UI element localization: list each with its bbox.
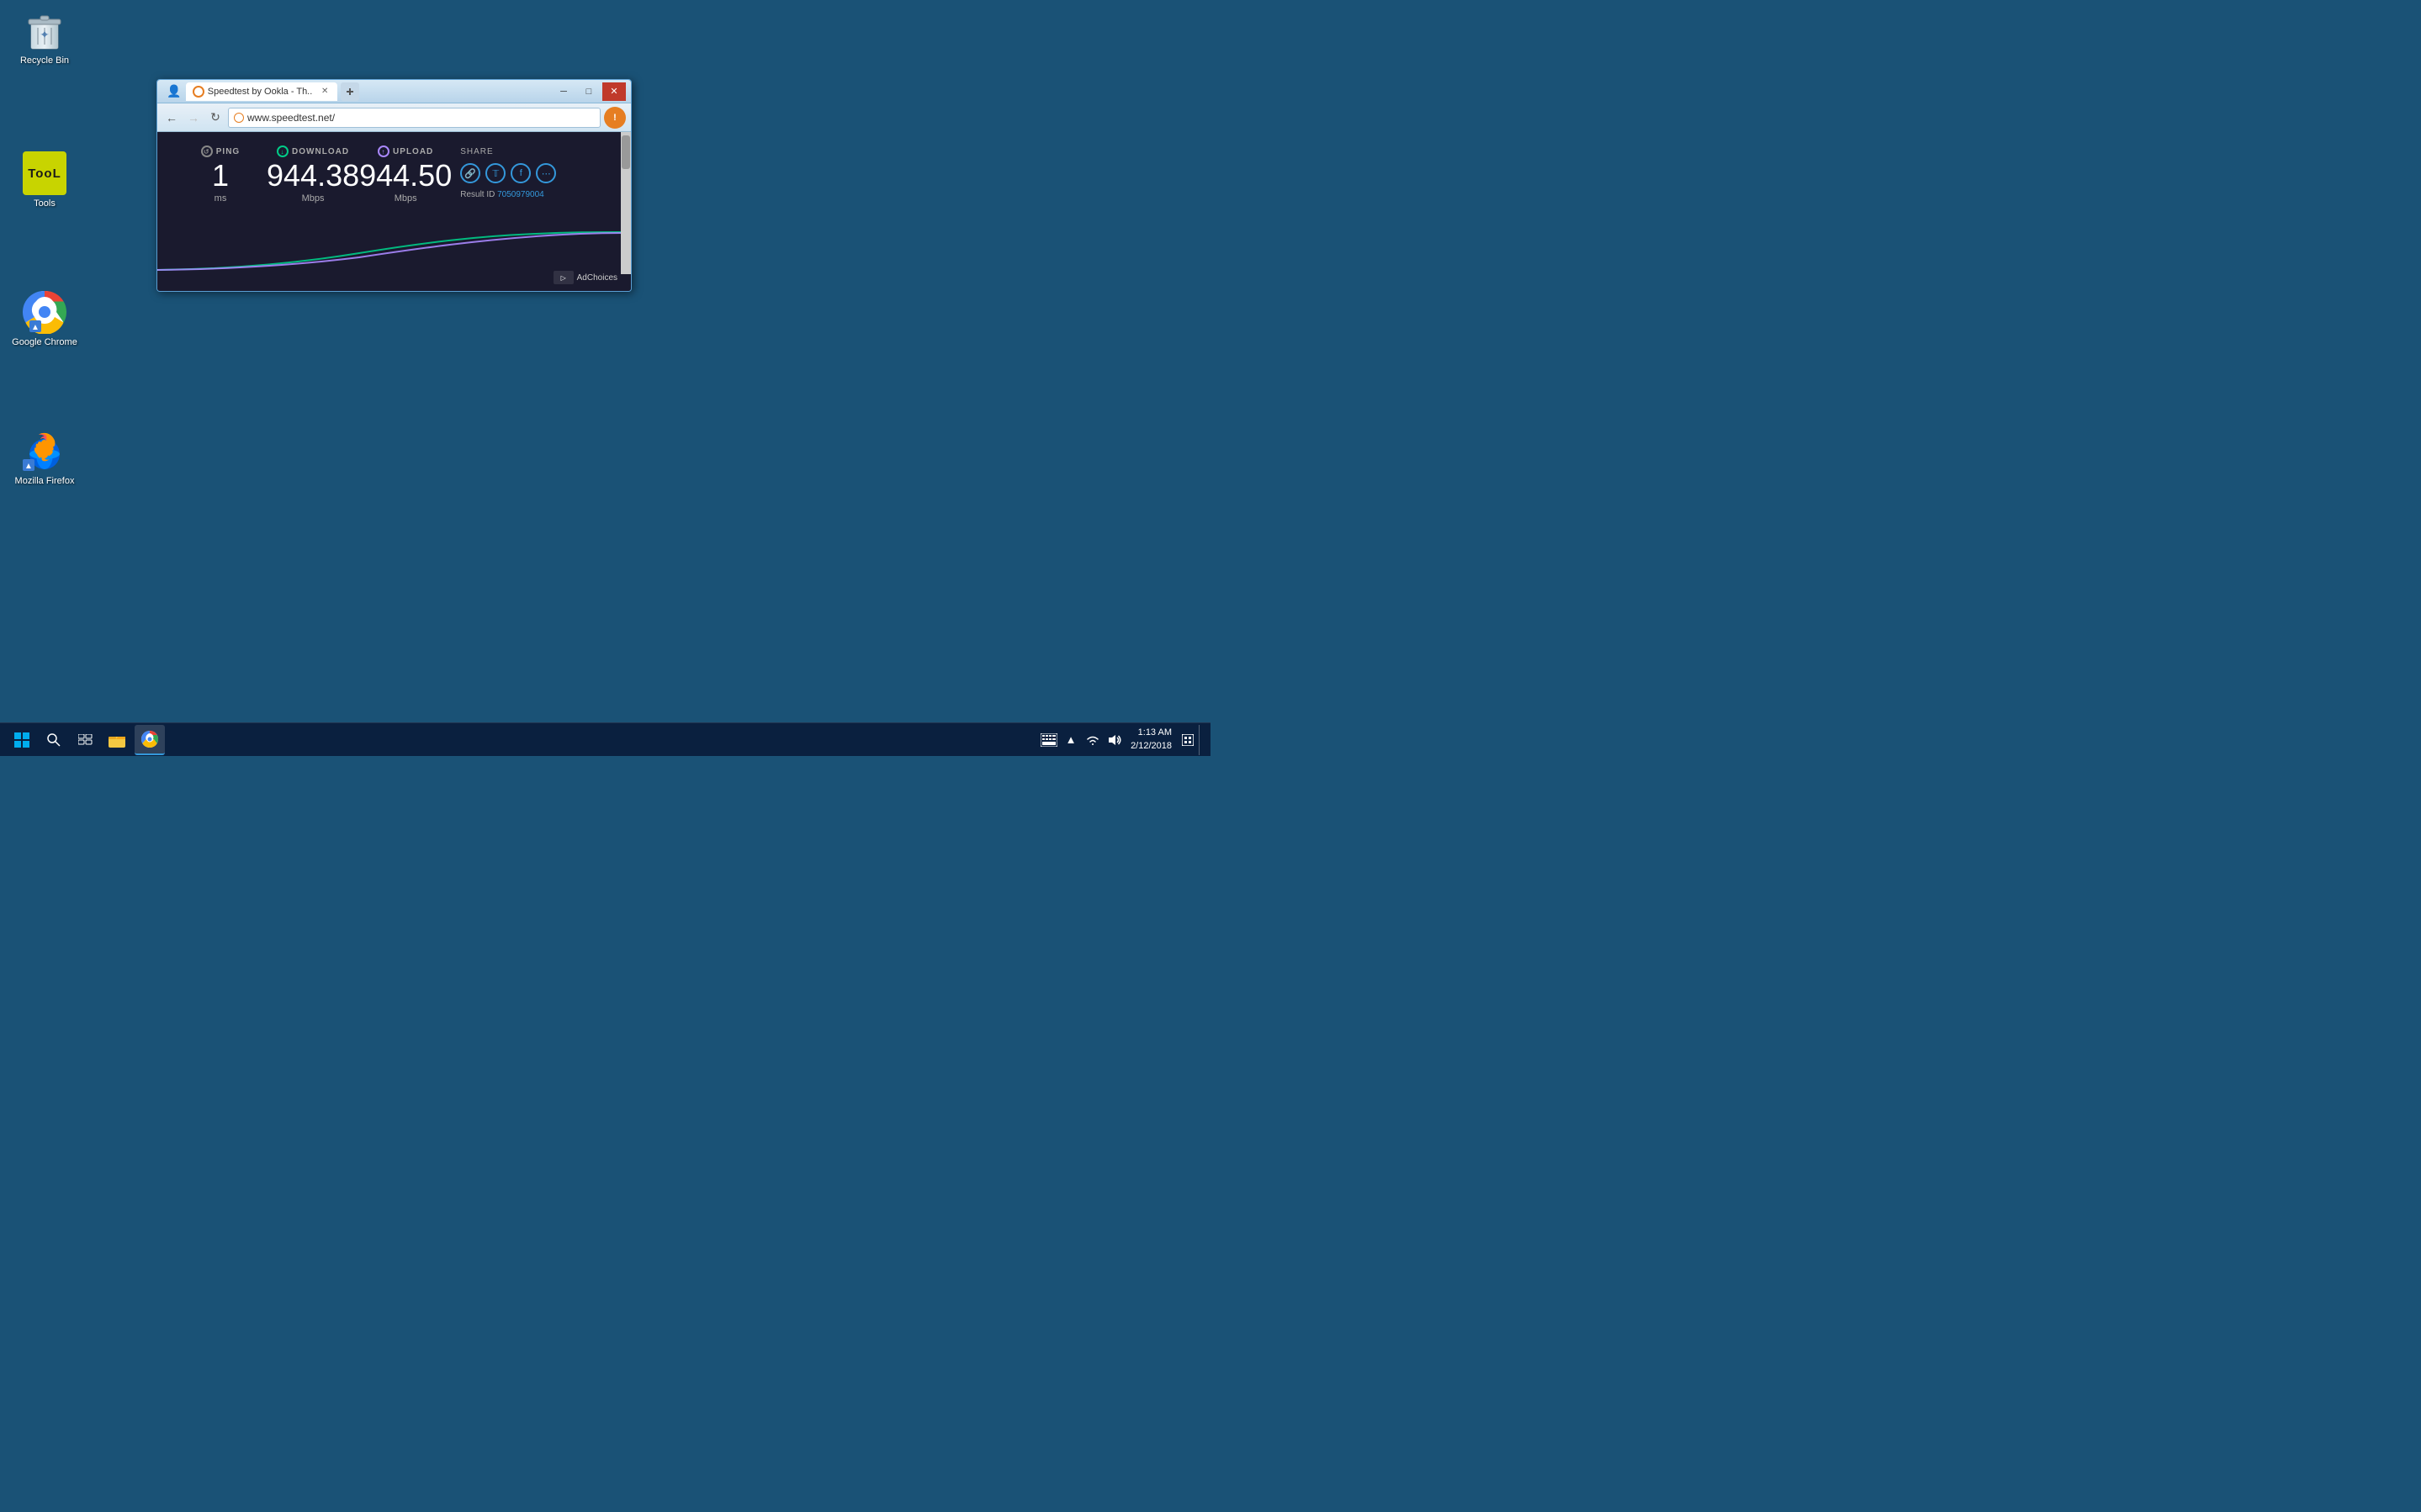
- url-text: www.speedtest.net/: [247, 112, 335, 124]
- address-favicon: [234, 113, 244, 123]
- file-explorer-taskbar-button[interactable]: [103, 725, 133, 755]
- extension-button[interactable]: !: [604, 107, 626, 129]
- share-icons: 🔗 𝕋 f ⋯: [460, 163, 556, 183]
- svg-text:▲: ▲: [31, 323, 40, 332]
- google-chrome-icon[interactable]: ▲ Google Chrome: [7, 290, 82, 347]
- chrome-taskbar-button[interactable]: [135, 725, 165, 755]
- tab-favicon: [193, 86, 204, 98]
- share-twitter-icon[interactable]: 𝕋: [485, 163, 506, 183]
- ping-value: 1: [212, 161, 229, 191]
- upload-value: 944.50: [359, 161, 452, 191]
- download-icon: ↓: [277, 145, 289, 157]
- share-link-icon[interactable]: 🔗: [460, 163, 480, 183]
- ping-stat: ↺ PING 1 ms: [174, 145, 267, 204]
- recycle-bin-label: Recycle Bin: [20, 56, 69, 66]
- clock-date: 2/12/2018: [1131, 740, 1172, 753]
- ping-icon: ↺: [201, 145, 213, 157]
- task-view-button[interactable]: [71, 725, 101, 755]
- share-section: SHARE 🔗 𝕋 f ⋯ Result ID 7050979004: [460, 145, 556, 199]
- tools-label: Tools: [34, 198, 56, 209]
- speedtest-results: ↺ PING 1 ms ↓ DOWNLOAD 944.38 Mbps: [157, 132, 631, 212]
- ping-unit: ms: [215, 193, 227, 204]
- taskbar: ▲ 1:13 AM 2/12/2018: [0, 722, 1210, 756]
- upload-icon: ↑: [378, 145, 389, 157]
- upload-stat: ↑ UPLOAD 944.50 Mbps: [359, 145, 452, 204]
- download-label: DOWNLOAD: [292, 147, 349, 156]
- share-more-icon[interactable]: ⋯: [536, 163, 556, 183]
- clock[interactable]: 1:13 AM 2/12/2018: [1127, 727, 1175, 753]
- close-button[interactable]: ✕: [602, 82, 626, 101]
- clock-time: 1:13 AM: [1138, 727, 1172, 739]
- share-facebook-icon[interactable]: f: [511, 163, 531, 183]
- new-tab-button[interactable]: [341, 82, 359, 101]
- speed-chart: [157, 224, 624, 274]
- action-center-icon[interactable]: [1179, 731, 1197, 749]
- download-unit: Mbps: [302, 193, 325, 204]
- svg-text:▲: ▲: [24, 462, 33, 471]
- tab-title: Speedtest by Ookla - Th...: [208, 87, 313, 97]
- browser-titlebar: 👤 Speedtest by Ookla - Th... ✕ ─ □ ✕: [157, 80, 631, 103]
- system-tray: ▲ 1:13 AM 2/12/2018: [1040, 727, 1197, 753]
- network-icon[interactable]: [1083, 731, 1102, 749]
- keyboard-layout-icon[interactable]: [1040, 731, 1058, 749]
- result-id: Result ID 7050979004: [460, 190, 556, 199]
- tab-close-button[interactable]: ✕: [319, 86, 331, 98]
- speedtest-content: ↺ PING 1 ms ↓ DOWNLOAD 944.38 Mbps: [157, 132, 631, 291]
- scroll-thumb-v[interactable]: [622, 135, 630, 169]
- chrome-image: ▲: [23, 290, 66, 334]
- person-button[interactable]: 👤: [162, 82, 186, 101]
- mozilla-firefox-icon[interactable]: ▲ Mozilla Firefox: [7, 429, 82, 486]
- tools-icon[interactable]: TooL Tools: [7, 151, 82, 209]
- start-button[interactable]: [7, 725, 37, 755]
- recycle-bin-image: ✦: [23, 8, 66, 52]
- download-value: 944.38: [267, 161, 359, 191]
- recycle-bin-icon[interactable]: ✦ Recycle Bin: [7, 8, 82, 66]
- horizontal-scrollbar[interactable]: [157, 291, 631, 292]
- upload-unit: Mbps: [395, 193, 417, 204]
- browser-window: 👤 Speedtest by Ookla - Th... ✕ ─ □ ✕ ← →…: [156, 79, 632, 292]
- result-id-link[interactable]: 7050979004: [497, 190, 544, 199]
- show-desktop-button[interactable]: [1199, 725, 1204, 755]
- upload-label: UPLOAD: [393, 147, 433, 156]
- search-button[interactable]: [39, 725, 69, 755]
- share-label: SHARE: [460, 147, 556, 156]
- desktop: ✦ Recycle Bin TooL Tools: [0, 0, 1210, 756]
- window-controls: ─ □ ✕: [552, 82, 626, 101]
- firefox-image: ▲: [23, 429, 66, 473]
- firefox-label: Mozilla Firefox: [15, 476, 75, 486]
- adchoices-text: AdChoices: [577, 273, 617, 283]
- ping-label: PING: [216, 147, 240, 156]
- reload-button[interactable]: ↻: [206, 108, 225, 127]
- adchoices-icon: ▷: [554, 271, 574, 284]
- forward-button[interactable]: →: [184, 108, 203, 127]
- address-bar[interactable]: www.speedtest.net/: [228, 108, 601, 128]
- tools-image: TooL: [23, 151, 66, 195]
- chrome-label: Google Chrome: [12, 337, 77, 347]
- vertical-scrollbar[interactable]: [621, 132, 631, 274]
- back-button[interactable]: ←: [162, 108, 181, 127]
- svg-text:✦: ✦: [40, 28, 50, 41]
- maximize-button[interactable]: □: [577, 82, 601, 101]
- volume-icon[interactable]: [1105, 731, 1124, 749]
- download-stat: ↓ DOWNLOAD 944.38 Mbps: [267, 145, 359, 204]
- browser-tab[interactable]: Speedtest by Ookla - Th... ✕: [186, 82, 337, 101]
- minimize-button[interactable]: ─: [552, 82, 575, 101]
- adchoices: ▷ AdChoices: [554, 271, 617, 284]
- browser-toolbar: ← → ↻ www.speedtest.net/ !: [157, 103, 631, 132]
- show-hidden-icons-button[interactable]: ▲: [1062, 731, 1080, 749]
